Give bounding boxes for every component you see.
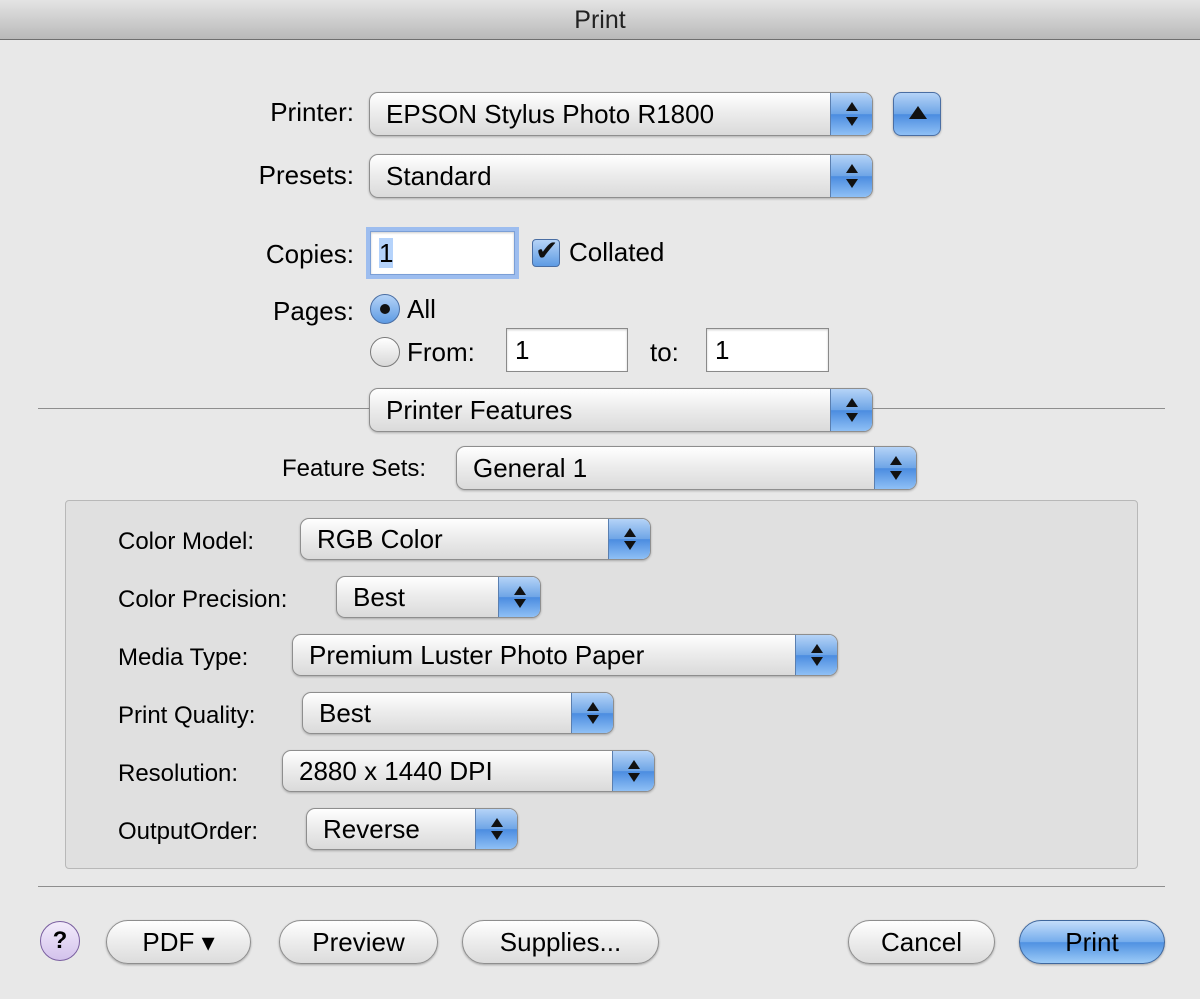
up-down-chevron-icon bbox=[475, 809, 517, 849]
pages-from-label[interactable]: From: bbox=[407, 337, 475, 368]
up-down-chevron-icon bbox=[612, 751, 654, 791]
print-quality-value: Best bbox=[319, 698, 372, 728]
copies-field[interactable]: 1 bbox=[370, 231, 515, 275]
question-mark-icon[interactable]: ? bbox=[40, 921, 80, 961]
section-popup[interactable]: Printer Features bbox=[369, 388, 873, 432]
pages-all-radio[interactable] bbox=[370, 294, 400, 324]
supplies-button[interactable]: Supplies... bbox=[462, 920, 659, 964]
section-value: Printer Features bbox=[386, 395, 573, 425]
media-type-popup[interactable]: Premium Luster Photo Paper bbox=[292, 634, 838, 676]
pages-to-label: to: bbox=[650, 337, 679, 367]
up-down-chevron-icon bbox=[830, 389, 872, 431]
up-down-chevron-icon bbox=[571, 693, 613, 733]
up-down-chevron-icon bbox=[874, 447, 916, 489]
disclosure-triangle-button[interactable] bbox=[893, 92, 941, 136]
pages-from-value: 1 bbox=[515, 335, 530, 365]
pages-from-field[interactable]: 1 bbox=[506, 328, 628, 372]
printer-popup[interactable]: EPSON Stylus Photo R1800 bbox=[369, 92, 873, 136]
up-down-chevron-icon bbox=[498, 577, 540, 617]
presets-label: Presets: bbox=[258, 160, 354, 190]
print-quality-label: Print Quality: bbox=[118, 702, 256, 729]
presets-popup[interactable]: Standard bbox=[369, 154, 873, 198]
preview-button[interactable]: Preview bbox=[279, 920, 438, 964]
bottom-divider bbox=[38, 886, 1165, 887]
pages-all-label[interactable]: All bbox=[407, 294, 436, 325]
copies-value: 1 bbox=[379, 238, 394, 268]
output-order-popup[interactable]: Reverse bbox=[306, 808, 518, 850]
up-down-chevron-icon bbox=[830, 93, 872, 135]
print-button[interactable]: Print bbox=[1019, 920, 1165, 964]
feature-sets-label: Feature Sets: bbox=[282, 455, 427, 482]
window-title: Print bbox=[0, 0, 1200, 40]
color-model-label: Color Model: bbox=[118, 528, 255, 555]
collated-label[interactable]: Collated bbox=[569, 237, 664, 268]
pdf-menu-button[interactable]: PDF ▾ bbox=[106, 920, 251, 964]
pages-from-radio[interactable] bbox=[370, 337, 400, 367]
print-quality-popup[interactable]: Best bbox=[302, 692, 614, 734]
printer-label: Printer: bbox=[270, 97, 354, 127]
pages-to-value: 1 bbox=[715, 335, 730, 365]
color-precision-value: Best bbox=[353, 582, 406, 612]
up-down-chevron-icon bbox=[608, 519, 650, 559]
collated-checkbox[interactable] bbox=[532, 234, 560, 267]
media-type-value: Premium Luster Photo Paper bbox=[309, 640, 645, 670]
color-model-popup[interactable]: RGB Color bbox=[300, 518, 651, 560]
resolution-label: Resolution: bbox=[118, 760, 239, 787]
up-down-chevron-icon bbox=[830, 155, 872, 197]
printer-value: EPSON Stylus Photo R1800 bbox=[386, 99, 715, 129]
color-precision-popup[interactable]: Best bbox=[336, 576, 541, 618]
color-model-value: RGB Color bbox=[317, 524, 443, 554]
pages-label: Pages: bbox=[273, 296, 354, 326]
output-order-label: OutputOrder: bbox=[118, 818, 259, 845]
color-precision-label: Color Precision: bbox=[118, 586, 288, 613]
pages-to-field[interactable]: 1 bbox=[706, 328, 829, 372]
output-order-value: Reverse bbox=[323, 814, 420, 844]
copies-label: Copies: bbox=[265, 239, 354, 269]
resolution-value: 2880 x 1440 DPI bbox=[299, 756, 493, 786]
resolution-popup[interactable]: 2880 x 1440 DPI bbox=[282, 750, 655, 792]
cancel-button[interactable]: Cancel bbox=[848, 920, 995, 964]
feature-sets-value: General 1 bbox=[473, 453, 588, 483]
up-down-chevron-icon bbox=[795, 635, 837, 675]
media-type-label: Media Type: bbox=[118, 644, 249, 671]
presets-value: Standard bbox=[386, 161, 492, 191]
feature-sets-popup[interactable]: General 1 bbox=[456, 446, 917, 490]
